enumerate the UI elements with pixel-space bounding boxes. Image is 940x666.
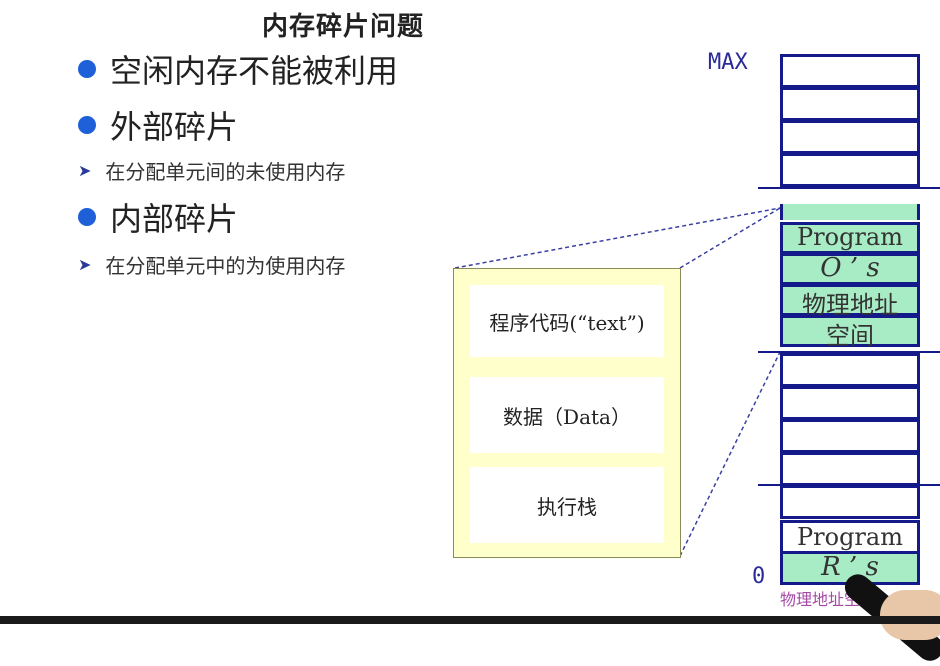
os-space-block: 空间	[780, 315, 920, 350]
os-program-text: Program	[797, 223, 903, 251]
os-os-block: O ’ s	[780, 253, 920, 285]
process-address-space: 程序代码(“text”) 数据（Data） 执行栈	[453, 268, 681, 558]
text-segment-label: 程序代码(“text”)	[489, 310, 645, 335]
data-segment-label: 数据（Data）	[503, 404, 631, 429]
memory-block	[780, 87, 920, 121]
memory-block	[780, 419, 920, 453]
max-label: MAX	[708, 50, 748, 75]
memory-block	[780, 54, 920, 88]
memory-block	[780, 353, 920, 387]
r-program-block: Program	[780, 520, 920, 554]
stack-segment-label: 执行栈	[537, 494, 597, 519]
memory-block	[780, 386, 920, 420]
memory-block	[780, 452, 920, 486]
bottom-bar	[0, 616, 940, 624]
memory-block	[780, 120, 920, 154]
os-top-strip	[780, 204, 920, 220]
os-phys2-text: 空间	[826, 322, 874, 350]
presenter-hand	[880, 590, 940, 640]
memory-block	[780, 153, 920, 187]
memory-block	[780, 485, 920, 519]
r-program-text: Program	[797, 523, 903, 551]
text-segment: 程序代码(“text”)	[470, 285, 664, 357]
data-segment: 数据（Data）	[470, 377, 664, 453]
zero-label: 0	[752, 564, 766, 589]
os-os-text: O ’ s	[820, 253, 880, 283]
separator-line	[758, 187, 940, 189]
os-phys-block: 物理地址	[780, 284, 920, 319]
os-program-block: Program	[780, 222, 920, 254]
stack-segment: 执行栈	[470, 467, 664, 543]
